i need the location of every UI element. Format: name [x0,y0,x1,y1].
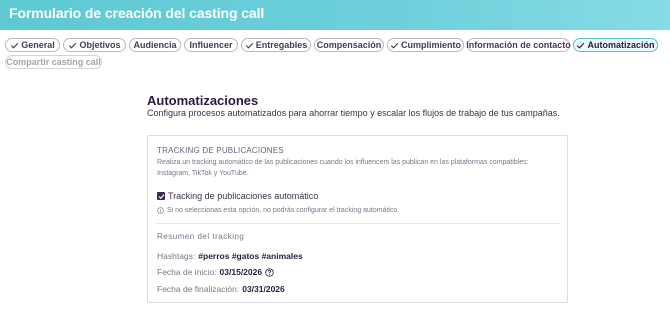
tab-label: Objetivos [79,40,121,50]
tab-automatizacion[interactable]: Automatización [573,38,658,52]
hashtags-label: Hashtags: [157,251,196,261]
tracking-checkbox[interactable] [157,192,165,200]
tab-entregables[interactable]: Entregables [241,38,311,52]
section-subtitle: Configura procesos automatizados para ah… [147,108,560,118]
app-header: Formulario de creación del casting call [0,0,670,30]
section-heading: Automatizaciones [147,93,259,108]
tab-general[interactable]: General [5,38,60,52]
tab-influencer[interactable]: Influencer [184,38,238,52]
summary-title: Resumen del tracking [157,232,245,241]
summary-hashtags-row: Hashtags: #perros #gatos #animales [157,251,303,261]
tab-compensacion[interactable]: Compensación [314,38,384,52]
tab-compartir-casting-call[interactable]: Compartir casting call [5,55,102,69]
tab-label: Entregables [255,40,308,50]
tab-label: Cumplimiento [401,40,461,50]
end-date-label: Fecha de finalización: [157,284,240,294]
tab-label: Compartir casting call [6,57,101,67]
end-date-value: 03/31/2026 [242,284,285,294]
hashtags-value: #perros #gatos #animales [198,251,303,261]
divider [157,223,560,224]
summary-end-row: Fecha de finalización: 03/31/2026 [157,284,285,294]
checkmark-icon [158,193,164,199]
tab-audiencia[interactable]: Audiencia [129,38,181,52]
tracking-note-text: Si no seleccionas esta opción, no podrás… [167,207,400,214]
tab-label: Automatización [587,40,655,50]
page-title: Formulario de creación del casting call [9,5,265,21]
tab-label: Compensación [316,40,382,50]
tracking-card: TRACKING DE PUBLICACIONES Realiza un tra… [147,135,568,303]
start-date-value: 03/15/2026 [219,267,263,277]
check-icon [245,41,254,50]
tracking-checkbox-row[interactable]: Tracking de publicaciones automático [157,191,318,201]
check-icon [576,41,585,50]
start-date-label: Fecha de inicio: [157,267,217,277]
summary-start-row: Fecha de inicio: 03/15/2026 [157,267,274,277]
tracking-section-title: TRACKING DE PUBLICACIONES [157,146,284,155]
tab-informacion-contacto[interactable]: Información de contacto [466,38,571,52]
info-circle-icon [157,207,164,214]
tracking-note: Si no seleccionas esta opción, no podrás… [157,207,399,214]
tracking-checkbox-label[interactable]: Tracking de publicaciones automático [168,191,318,201]
check-icon [10,41,19,50]
check-icon [390,41,399,50]
tab-label: Influencer [189,40,233,50]
question-circle-icon[interactable] [265,267,274,277]
tracking-description: Realiza un tracking automático de las pu… [157,159,529,177]
tab-label: Información de contacto [466,40,571,50]
tab-objetivos[interactable]: Objetivos [63,38,126,52]
check-icon [68,41,77,50]
tab-cumplimiento[interactable]: Cumplimiento [387,38,464,52]
tab-label: General [21,40,55,50]
tab-label: Audiencia [133,40,177,50]
